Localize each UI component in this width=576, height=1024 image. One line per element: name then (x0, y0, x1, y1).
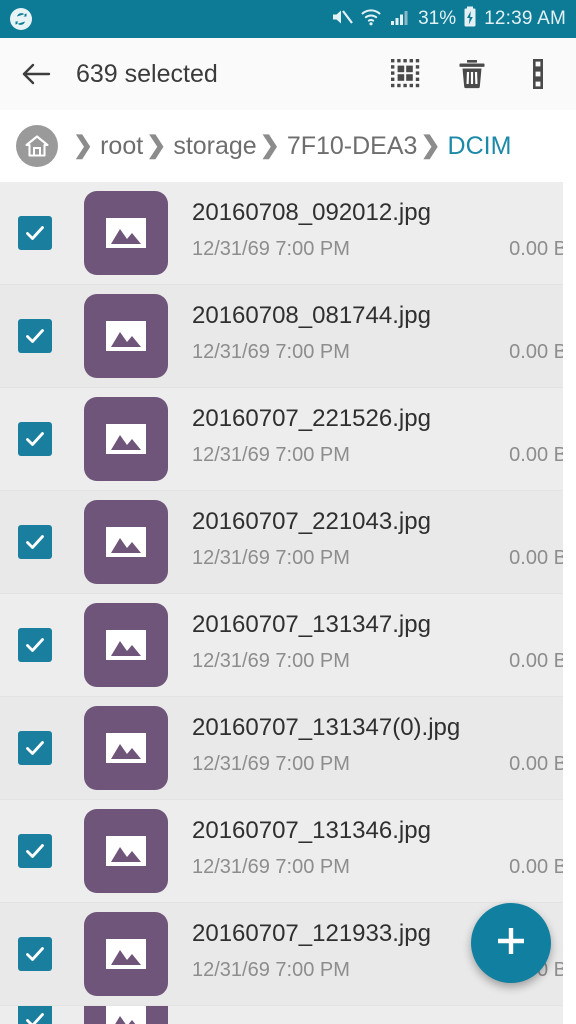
row-checkbox[interactable] (18, 319, 52, 353)
file-size: 0.00 B (509, 753, 563, 775)
chevron-right-icon: ❯ (259, 132, 280, 159)
row-meta: 20160707_131347.jpg 12/31/69 7:00 PM 0.0… (192, 610, 563, 680)
image-file-icon (84, 912, 168, 996)
file-name: 20160707_131347(0).jpg (192, 714, 461, 741)
battery-percent-label: 31% (418, 8, 457, 29)
chevron-right-icon: ❯ (73, 132, 94, 159)
image-file-icon (84, 809, 168, 893)
add-button[interactable] (471, 903, 551, 983)
sync-circle-icon (10, 8, 32, 30)
cellular-signal-icon (389, 7, 411, 32)
row-checkbox[interactable] (18, 834, 52, 868)
file-date: 12/31/69 7:00 PM (192, 238, 350, 260)
wifi-icon (360, 7, 382, 32)
breadcrumb: ❯ root ❯ storage ❯ 7F10-DEA3 ❯ DCIM (0, 110, 576, 182)
file-size: 0.00 B (509, 238, 563, 260)
row-meta: 20160707_131346.jpg 12/31/69 7:00 PM 0.0… (192, 816, 563, 886)
file-list[interactable]: 20160708_092012.jpg 12/31/69 7:00 PM 0.0… (0, 182, 563, 1024)
file-name: 20160707_121933.jpg (192, 920, 431, 947)
table-row[interactable]: 20160707_221043.jpg 12/31/69 7:00 PM 0.0… (0, 491, 563, 594)
app-bar: 639 selected (0, 38, 576, 110)
row-checkbox[interactable] (18, 422, 52, 456)
file-size: 0.00 B (509, 650, 563, 672)
file-date: 12/31/69 7:00 PM (192, 547, 350, 569)
breadcrumb-item-storage[interactable]: storage (173, 132, 256, 161)
image-file-icon (84, 294, 168, 378)
row-checkbox[interactable] (18, 1006, 52, 1024)
file-name: 20160708_092012.jpg (192, 199, 431, 226)
trash-icon[interactable] (454, 56, 490, 92)
image-file-icon (84, 706, 168, 790)
row-meta: 20160708_081744.jpg 12/31/69 7:00 PM 0.0… (192, 301, 563, 371)
clock-label: 12:39 AM (484, 8, 566, 29)
chevron-right-icon: ❯ (146, 132, 167, 159)
row-checkbox[interactable] (18, 731, 52, 765)
breadcrumb-item-dcim[interactable]: DCIM (448, 132, 512, 161)
table-row[interactable]: 20160708_092012.jpg 12/31/69 7:00 PM 0.0… (0, 182, 563, 285)
status-bar: 31% 12:39 AM (0, 0, 576, 38)
volume-mute-icon (331, 7, 353, 32)
image-file-icon (84, 191, 168, 275)
row-checkbox[interactable] (18, 628, 52, 662)
table-row[interactable]: 20160707_221526.jpg 12/31/69 7:00 PM 0.0… (0, 388, 563, 491)
file-size: 0.00 B (509, 547, 563, 569)
battery-charging-icon (463, 6, 477, 33)
file-size: 0.00 B (509, 341, 563, 363)
status-bar-notifications (10, 8, 331, 30)
file-name: 20160707_221526.jpg (192, 405, 431, 432)
file-date: 12/31/69 7:00 PM (192, 341, 350, 363)
breadcrumb-item-root[interactable]: root (100, 132, 143, 161)
row-checkbox[interactable] (18, 937, 52, 971)
breadcrumb-item-7f10-dea3[interactable]: 7F10-DEA3 (287, 132, 418, 161)
row-meta: 20160707_221526.jpg 12/31/69 7:00 PM 0.0… (192, 404, 563, 474)
file-name: 20160707_131347.jpg (192, 611, 431, 638)
status-bar-icons: 31% 12:39 AM (331, 6, 566, 33)
file-date: 12/31/69 7:00 PM (192, 856, 350, 878)
app-screen: 31% 12:39 AM 639 selected ❯ root ❯ stora… (0, 0, 576, 1024)
home-icon[interactable] (16, 125, 58, 167)
back-arrow-icon[interactable] (20, 57, 54, 91)
overflow-menu-icon[interactable] (520, 56, 556, 92)
file-name: 20160708_081744.jpg (192, 302, 431, 329)
file-size: 0.00 B (509, 856, 563, 878)
file-name: 20160707_131346.jpg (192, 817, 431, 844)
row-meta: 20160708_092012.jpg 12/31/69 7:00 PM 0.0… (192, 198, 563, 268)
row-checkbox[interactable] (18, 525, 52, 559)
image-file-icon (84, 1006, 168, 1024)
chevron-right-icon: ❯ (420, 132, 441, 159)
page-title: 639 selected (76, 59, 218, 88)
row-meta: 20160707_221043.jpg 12/31/69 7:00 PM 0.0… (192, 507, 563, 577)
breadcrumb-items: ❯ root ❯ storage ❯ 7F10-DEA3 ❯ DCIM (70, 132, 511, 161)
file-date: 12/31/69 7:00 PM (192, 959, 350, 981)
file-date: 12/31/69 7:00 PM (192, 650, 350, 672)
image-file-icon (84, 603, 168, 687)
table-row[interactable]: 20160707_131347(0).jpg 12/31/69 7:00 PM … (0, 697, 563, 800)
row-checkbox[interactable] (18, 216, 52, 250)
scrollbar-track[interactable] (563, 182, 576, 1024)
file-date: 12/31/69 7:00 PM (192, 444, 350, 466)
table-row[interactable] (0, 1006, 563, 1024)
table-row[interactable]: 20160708_081744.jpg 12/31/69 7:00 PM 0.0… (0, 285, 563, 388)
image-file-icon (84, 500, 168, 584)
file-name: 20160707_221043.jpg (192, 508, 431, 535)
file-date: 12/31/69 7:00 PM (192, 753, 350, 775)
table-row[interactable]: 20160707_131347.jpg 12/31/69 7:00 PM 0.0… (0, 594, 563, 697)
app-bar-actions (388, 56, 556, 92)
select-all-icon[interactable] (388, 56, 424, 92)
file-size: 0.00 B (509, 444, 563, 466)
row-meta: 20160707_131347(0).jpg 12/31/69 7:00 PM … (192, 713, 563, 783)
plus-icon (491, 921, 531, 966)
image-file-icon (84, 397, 168, 481)
table-row[interactable]: 20160707_131346.jpg 12/31/69 7:00 PM 0.0… (0, 800, 563, 903)
